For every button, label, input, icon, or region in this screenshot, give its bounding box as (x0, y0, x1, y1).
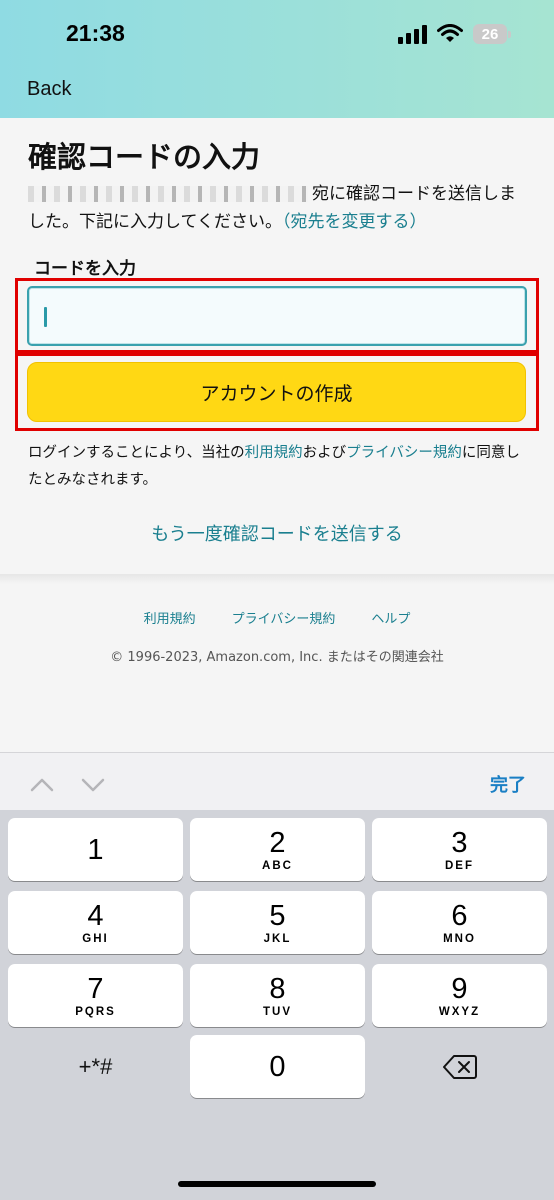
key-0-digit: 0 (269, 1050, 286, 1083)
key-8-letters: TUV (263, 1005, 292, 1018)
key-7[interactable]: 7 PQRS (8, 964, 183, 1027)
footer-terms-link[interactable]: 利用規約 (144, 608, 196, 627)
key-6[interactable]: 6 MNO (372, 891, 547, 954)
keyboard-toolbar: 完了 (0, 752, 554, 812)
code-field-label: コードを入力 (34, 259, 136, 279)
code-input[interactable] (29, 288, 525, 344)
code-input-container[interactable] (27, 286, 527, 346)
signal-icon (398, 24, 427, 44)
key-7-letters: PQRS (75, 1005, 116, 1018)
key-1-digit: 1 (87, 833, 104, 866)
change-recipient-link[interactable]: （宛先を変更する） (282, 212, 427, 232)
battery-level: 26 (481, 25, 499, 43)
privacy-link[interactable]: プライバシー規約 (346, 445, 462, 461)
symbols-label: +*# (78, 1053, 113, 1079)
numeric-keyboard: 1 2 ABC 3 DEF 4 GHI 5 JKL 6 MNO 7 PQRS 8… (0, 810, 554, 1200)
legal-text: ログインすることにより、当社の利用規約およびプライバシー規約に同意したとみなされ… (28, 440, 528, 494)
back-button[interactable]: Back (27, 78, 71, 101)
legal-prefix: ログインすることにより、当社の (28, 445, 245, 461)
wifi-icon (437, 24, 463, 42)
key-5-digit: 5 (269, 899, 286, 932)
battery-icon: 26 (473, 24, 511, 44)
text-caret (44, 307, 47, 327)
key-4-letters: GHI (82, 932, 109, 945)
legal-and: および (302, 445, 347, 461)
status-icons: 26 (398, 22, 511, 46)
key-5-letters: JKL (263, 932, 292, 945)
key-5[interactable]: 5 JKL (190, 891, 365, 954)
page-title: 確認コードの入力 (28, 140, 261, 174)
key-2-digit: 2 (269, 826, 286, 859)
key-8-digit: 8 (269, 972, 286, 1005)
key-3[interactable]: 3 DEF (372, 818, 547, 881)
key-9-digit: 9 (451, 972, 468, 1005)
home-indicator[interactable] (178, 1181, 376, 1187)
symbols-key[interactable]: +*# (8, 1035, 183, 1098)
chevron-up-icon[interactable] (30, 773, 54, 797)
terms-link[interactable]: 利用規約 (245, 445, 303, 461)
key-2[interactable]: 2 ABC (190, 818, 365, 881)
key-8[interactable]: 8 TUV (190, 964, 365, 1027)
key-2-letters: ABC (262, 859, 293, 872)
key-4-digit: 4 (87, 899, 104, 932)
key-7-digit: 7 (87, 972, 104, 1005)
key-6-digit: 6 (451, 899, 468, 932)
resend-code-link[interactable]: もう一度確認コードを送信する (0, 520, 554, 546)
footer-privacy-link[interactable]: プライバシー規約 (232, 608, 336, 627)
footer-links: 利用規約 プライバシー規約 ヘルプ (0, 608, 554, 627)
key-6-letters: MNO (443, 932, 476, 945)
redacted-email (28, 186, 308, 202)
footer-help-link[interactable]: ヘルプ (371, 608, 410, 627)
copyright-text: © 1996-2023, Amazon.com, Inc. またはその関連会社 (110, 650, 444, 665)
backspace-icon (442, 1054, 477, 1079)
key-3-letters: DEF (445, 859, 474, 872)
create-account-button[interactable]: アカウントの作成 (27, 362, 526, 422)
done-button[interactable]: 完了 (490, 771, 526, 797)
app-header: 21:38 26 Back (0, 0, 554, 118)
delete-key[interactable] (372, 1035, 547, 1098)
key-3-digit: 3 (451, 826, 468, 859)
key-9[interactable]: 9 WXYZ (372, 964, 547, 1027)
instructions-text: 宛に確認コードを送信しました。下記に入力してください。（宛先を変更する） (28, 180, 528, 236)
status-time: 21:38 (66, 20, 125, 46)
key-4[interactable]: 4 GHI (8, 891, 183, 954)
section-divider (0, 574, 554, 584)
key-9-letters: WXYZ (438, 1005, 481, 1018)
chevron-down-icon[interactable] (81, 773, 105, 797)
key-0[interactable]: 0 (190, 1035, 365, 1098)
key-1[interactable]: 1 (8, 818, 183, 881)
